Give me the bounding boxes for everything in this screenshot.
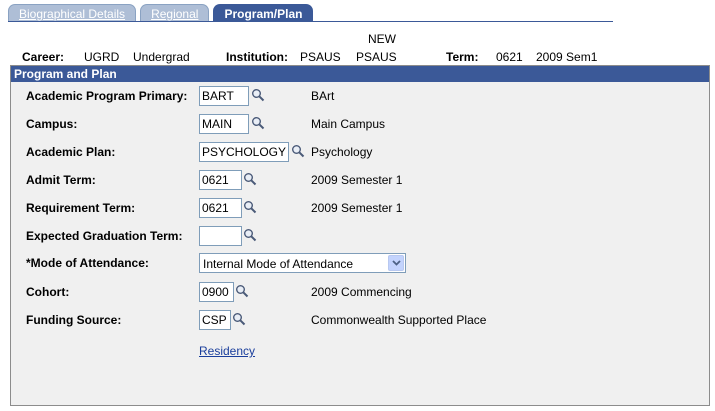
mode-of-attendance-value: Internal Mode of Attendance bbox=[203, 257, 354, 271]
career-label: Career: bbox=[22, 50, 65, 64]
residency-link[interactable]: Residency bbox=[199, 344, 255, 358]
academic-program-lookup-icon[interactable] bbox=[251, 88, 265, 102]
row-campus: Campus: MAIN Main Campus bbox=[11, 114, 711, 134]
row-expected-grad-term: Expected Graduation Term: bbox=[11, 226, 711, 246]
mode-of-attendance-label: *Mode of Attendance: bbox=[26, 256, 149, 270]
funding-source-desc: Commonwealth Supported Place bbox=[311, 313, 487, 327]
cohort-desc: 2009 Commencing bbox=[311, 285, 412, 299]
cohort-input[interactable]: 0900 bbox=[199, 282, 234, 302]
academic-plan-label: Academic Plan: bbox=[26, 145, 116, 159]
admit-term-label: Admit Term: bbox=[26, 173, 96, 187]
career-desc: Undergrad bbox=[133, 50, 190, 64]
funding-source-label: Funding Source: bbox=[26, 313, 122, 327]
row-requirement-term: Requirement Term: 0621 2009 Semester 1 bbox=[11, 198, 711, 218]
campus-lookup-icon[interactable] bbox=[251, 116, 265, 130]
row-cohort: Cohort: 0900 2009 Commencing bbox=[11, 282, 711, 302]
academic-plan-desc: Psychology bbox=[311, 145, 373, 159]
admit-term-lookup-icon[interactable] bbox=[243, 172, 257, 186]
admit-term-input[interactable]: 0621 bbox=[199, 170, 242, 190]
row-academic-plan: Academic Plan: PSYCHOLOGY Psychology bbox=[11, 142, 711, 162]
expected-grad-term-label: Expected Graduation Term: bbox=[26, 229, 183, 243]
row-academic-program: Academic Program Primary: BART BArt bbox=[11, 86, 711, 106]
academic-plan-lookup-icon[interactable] bbox=[291, 144, 305, 158]
institution-code: PSAUS bbox=[300, 50, 341, 64]
tab-program-plan[interactable]: Program/Plan bbox=[213, 4, 314, 22]
cohort-lookup-icon[interactable] bbox=[235, 284, 249, 298]
academic-plan-input[interactable]: PSYCHOLOGY bbox=[199, 142, 289, 162]
institution-desc: PSAUS bbox=[356, 50, 397, 64]
chevron-down-icon[interactable] bbox=[388, 255, 404, 271]
campus-label: Campus: bbox=[26, 117, 78, 131]
row-admit-term: Admit Term: 0621 2009 Semester 1 bbox=[11, 170, 711, 190]
term-desc: 2009 Sem1 bbox=[536, 50, 598, 64]
tab-biographical-details[interactable]: Biographical Details bbox=[8, 4, 137, 22]
academic-program-desc: BArt bbox=[311, 89, 335, 103]
expected-grad-term-input[interactable] bbox=[199, 226, 242, 246]
academic-program-label: Academic Program Primary: bbox=[26, 89, 188, 103]
institution-label: Institution: bbox=[226, 50, 288, 64]
campus-desc: Main Campus bbox=[311, 117, 386, 131]
campus-input[interactable]: MAIN bbox=[199, 114, 249, 134]
academic-program-input[interactable]: BART bbox=[199, 86, 249, 106]
tab-divider bbox=[8, 21, 613, 22]
row-mode-of-attendance: *Mode of Attendance: Internal Mode of At… bbox=[11, 253, 711, 273]
funding-source-lookup-icon[interactable] bbox=[232, 312, 246, 326]
admit-term-desc: 2009 Semester 1 bbox=[311, 173, 403, 187]
term-label: Term: bbox=[446, 50, 479, 64]
requirement-term-input[interactable]: 0621 bbox=[199, 198, 242, 218]
row-funding-source: Funding Source: CSP Commonwealth Support… bbox=[11, 310, 711, 330]
requirement-term-desc: 2009 Semester 1 bbox=[311, 201, 403, 215]
cohort-label: Cohort: bbox=[26, 285, 70, 299]
expected-grad-term-lookup-icon[interactable] bbox=[243, 228, 257, 242]
requirement-term-lookup-icon[interactable] bbox=[243, 200, 257, 214]
tab-regional[interactable]: Regional bbox=[140, 4, 210, 22]
mode-of-attendance-select[interactable]: Internal Mode of Attendance bbox=[199, 253, 406, 273]
funding-source-input[interactable]: CSP bbox=[199, 310, 231, 330]
program-plan-group: Program and Plan Academic Program Primar… bbox=[10, 65, 710, 406]
term-code: 0621 bbox=[496, 50, 523, 64]
group-title: Program and Plan bbox=[11, 66, 709, 82]
requirement-term-label: Requirement Term: bbox=[26, 201, 136, 215]
record-status: NEW bbox=[368, 32, 396, 46]
career-code: UGRD bbox=[84, 50, 120, 64]
tab-bar: Biographical Details Regional Program/Pl… bbox=[8, 4, 314, 22]
header-info: Career: UGRD Undergrad Institution: PSAU… bbox=[0, 50, 715, 66]
